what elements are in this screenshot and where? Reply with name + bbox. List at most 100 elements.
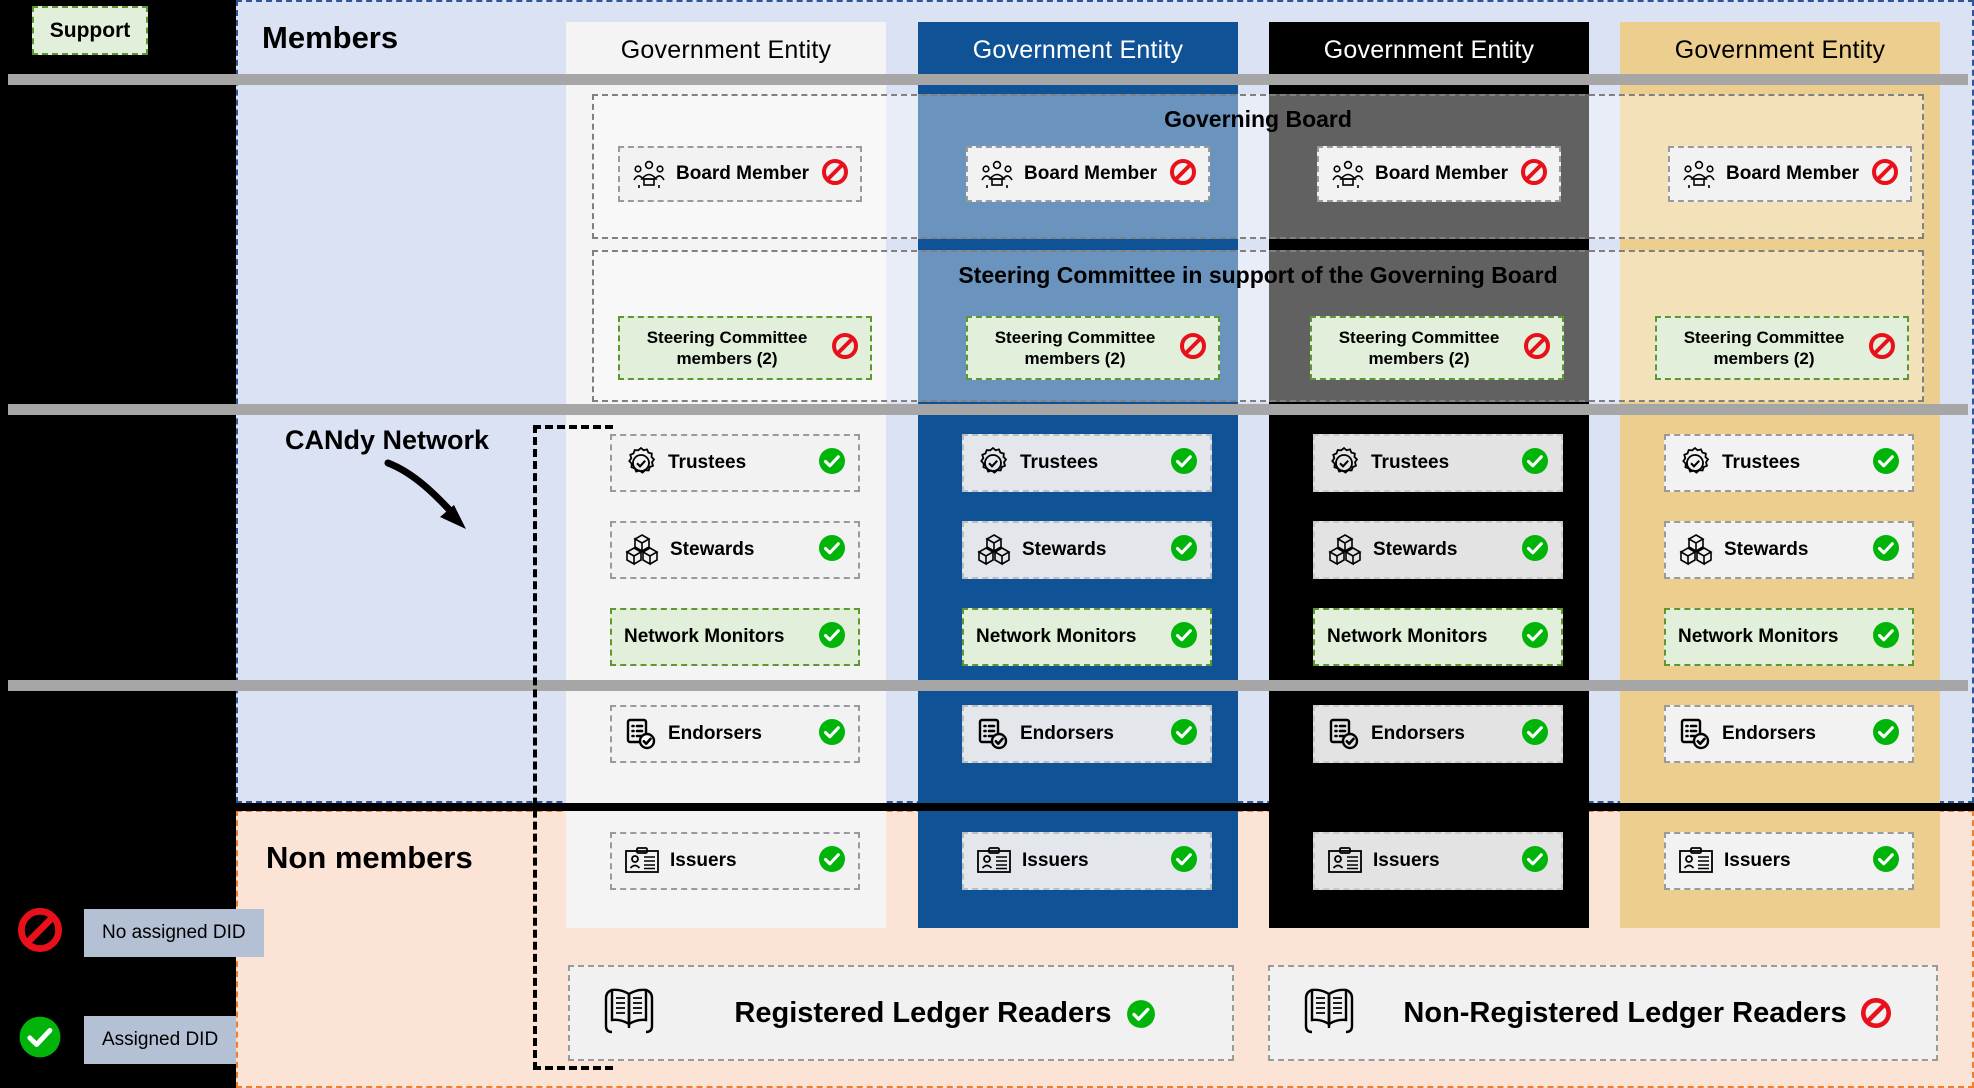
no-entry-icon [1170,158,1196,190]
board-member-label: Board Member [1024,163,1158,184]
no-entry-icon [1872,158,1898,190]
trustees-chip-1[interactable]: Trustees [610,434,860,492]
network-monitors-chip-2[interactable]: Network Monitors [962,608,1212,666]
check-circle-icon [1521,845,1549,878]
board-member-label: Board Member [1726,163,1860,184]
issuers-label: Issuers [1724,850,1791,871]
network-monitors-label: Network Monitors [976,626,1137,647]
network-monitors-chip-3[interactable]: Network Monitors [1313,608,1563,666]
no-entry-icon [1860,997,1891,1033]
endorsers-chip-3[interactable]: Endorsers [1313,705,1563,763]
check-circle-icon [1170,534,1198,567]
clipboard-check-icon [1327,717,1361,751]
cubes-icon [624,533,660,567]
check-circle-icon [1872,621,1900,654]
issuers-label: Issuers [1022,850,1089,871]
endorsers-chip-1[interactable]: Endorsers [610,705,860,763]
non-registered-ledger-readers-label: Non-Registered Ledger Readers [1403,996,1847,1029]
steering-committee-label: Steering Committee members (2) [994,327,1156,368]
issuers-label: Issuers [670,850,737,871]
steering-committee-chip-1[interactable]: Steering Committee members (2) [618,316,872,380]
no-entry-icon [822,158,848,190]
rule-network [8,680,1968,691]
board-member-label: Board Member [676,163,810,184]
issuers-chip-1[interactable]: Issuers [610,832,860,890]
diagram-canvas: Governing Board Steering Committee in su… [0,0,1974,1088]
column-header-3: Government Entity [1323,35,1535,64]
stewards-label: Stewards [1373,539,1458,560]
stewards-label: Stewards [1022,539,1107,560]
rosette-check-icon [624,446,658,480]
network-monitors-label: Network Monitors [1678,626,1839,647]
steering-committee-label: Steering Committee members (2) [1683,327,1845,368]
board-member-chip-2[interactable]: Board Member [966,146,1210,202]
endorsers-label: Endorsers [1722,723,1816,744]
check-circle-icon [1872,534,1900,567]
legend-label-assigned-did: Assigned DID [84,1015,237,1064]
trustees-label: Trustees [1371,452,1450,473]
id-card-icon [1678,846,1714,876]
trustees-chip-3[interactable]: Trustees [1313,434,1563,492]
check-circle-icon [1521,621,1549,654]
network-monitors-chip-1[interactable]: Network Monitors [610,608,860,666]
board-member-chip-3[interactable]: Board Member [1317,146,1561,202]
rosette-check-icon [1327,446,1361,480]
trustees-label: Trustees [668,452,747,473]
no-entry-icon [1524,332,1550,364]
trustees-chip-2[interactable]: Trustees [962,434,1212,492]
issuers-chip-3[interactable]: Issuers [1313,832,1563,890]
members-label: Members [262,20,399,55]
registered-ledger-readers-chip[interactable]: Registered Ledger Readers [568,965,1234,1061]
issuers-chip-2[interactable]: Issuers [962,832,1212,890]
stewards-chip-2[interactable]: Stewards [962,521,1212,579]
legend-label-no-did: No assigned DID [84,908,264,957]
endorsers-chip-4[interactable]: Endorsers [1664,705,1914,763]
board-members-icon [1682,159,1716,189]
non-registered-ledger-readers-chip[interactable]: Non-Registered Ledger Readers [1268,965,1938,1061]
steering-committee-chip-3[interactable]: Steering Committee members (2) [1310,316,1564,380]
endorsers-chip-2[interactable]: Endorsers [962,705,1212,763]
network-monitors-chip-4[interactable]: Network Monitors [1664,608,1914,666]
steering-committee-chip-4[interactable]: Steering Committee members (2) [1655,316,1909,380]
check-circle-icon [818,447,846,480]
support-label: Support [49,18,131,42]
stewards-label: Stewards [1724,539,1809,560]
legend-item-assigned-did: Assigned DID [18,1015,237,1064]
check-circle-icon [818,534,846,567]
check-circle-icon [1872,718,1900,751]
non-members-label: Non members [266,840,473,875]
governing-board-title: Governing Board [1164,106,1352,132]
trustees-chip-4[interactable]: Trustees [1664,434,1914,492]
endorsers-label: Endorsers [1371,723,1465,744]
stewards-chip-1[interactable]: Stewards [610,521,860,579]
network-monitors-label: Network Monitors [624,626,785,647]
board-members-icon [1331,159,1365,189]
stewards-chip-4[interactable]: Stewards [1664,521,1914,579]
no-entry-icon [1869,332,1895,364]
cubes-icon [1678,533,1714,567]
check-circle-icon [1521,447,1549,480]
no-entry-icon [832,332,858,364]
column-header-1: Government Entity [620,35,832,64]
rule-governance [8,404,1968,415]
registered-ledger-readers-label: Registered Ledger Readers [734,996,1112,1029]
cubes-icon [976,533,1012,567]
steering-committee-label: Steering Committee members (2) [646,327,808,368]
stewards-chip-3[interactable]: Stewards [1313,521,1563,579]
column-header-2: Government Entity [972,35,1184,64]
rosette-check-icon [1678,446,1712,480]
board-members-icon [980,159,1014,189]
open-book-icon [1298,982,1360,1045]
board-member-chip-1[interactable]: Board Member [618,146,862,202]
steering-committee-chip-2[interactable]: Steering Committee members (2) [966,316,1220,380]
clipboard-check-icon [1678,717,1712,751]
members-divider [236,803,1974,811]
endorsers-label: Endorsers [668,723,762,744]
stewards-label: Stewards [670,539,755,560]
clipboard-check-icon [624,717,658,751]
issuers-chip-4[interactable]: Issuers [1664,832,1914,890]
trustees-label: Trustees [1722,452,1801,473]
check-circle-icon [1170,621,1198,654]
board-member-chip-4[interactable]: Board Member [1668,146,1912,202]
curved-arrow-icon [384,459,466,529]
